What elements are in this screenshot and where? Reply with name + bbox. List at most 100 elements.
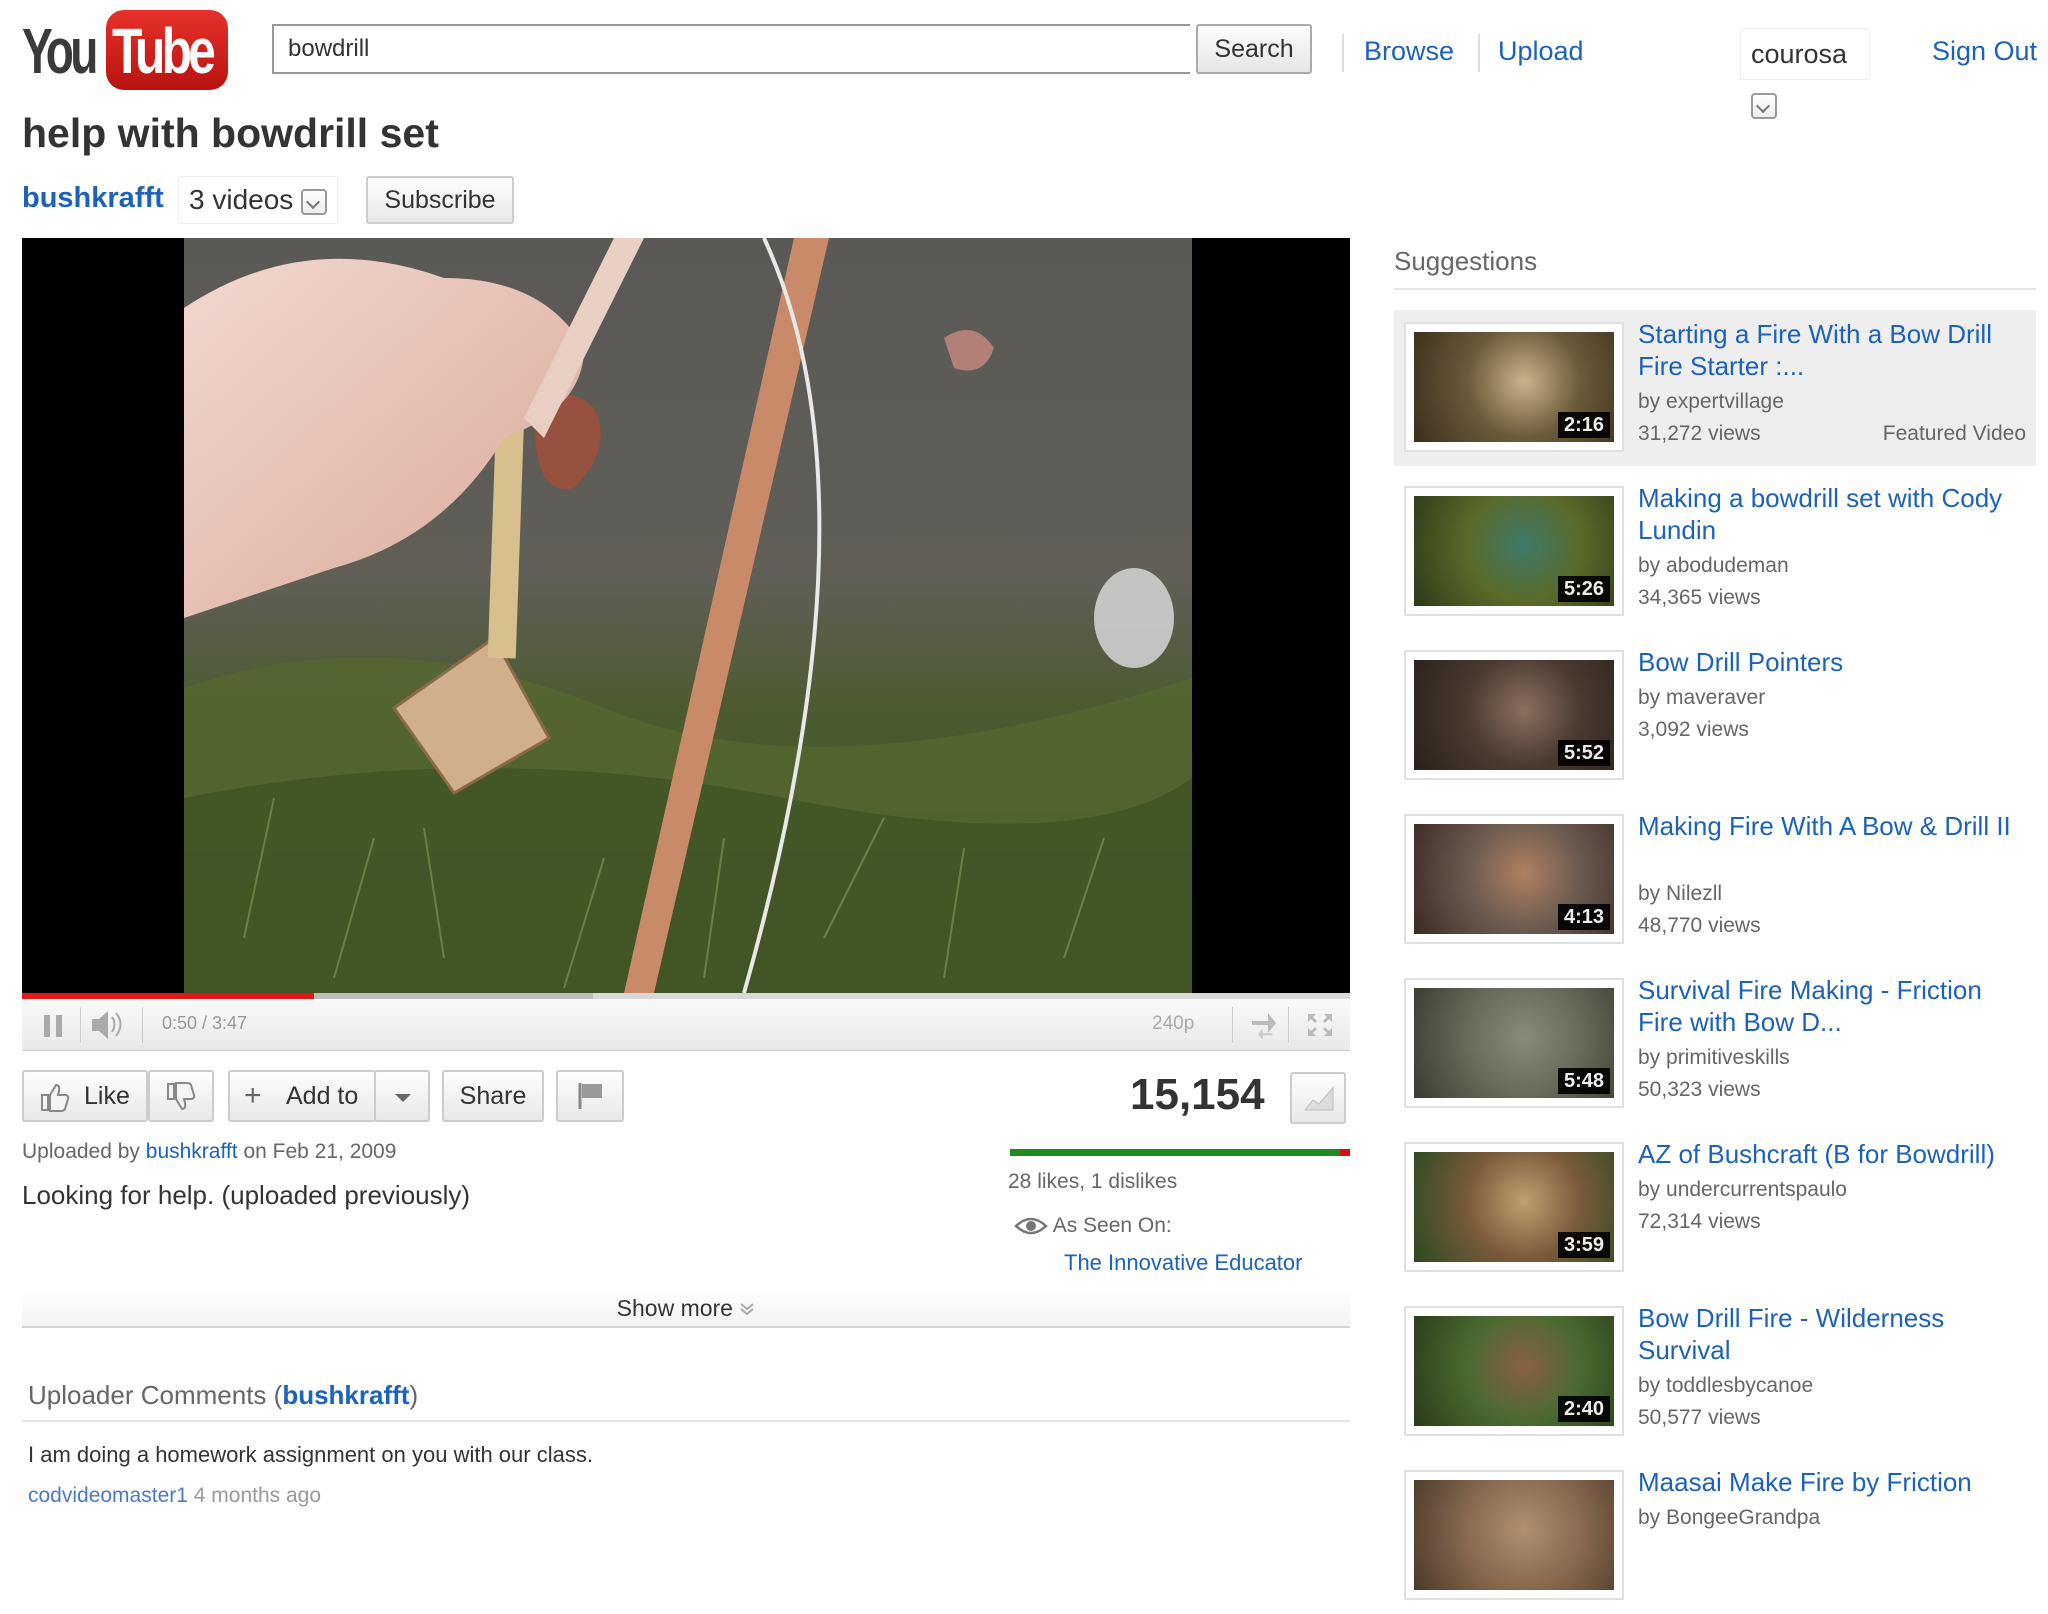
thumbs-down-icon [167,1082,196,1111]
videos-count-label: 3 videos [189,184,294,215]
suggestion-author: by expertvillage [1638,390,1784,413]
video-screen[interactable] [22,238,1350,993]
like-label: Like [84,1082,130,1110]
logo-you-text: You [22,15,98,87]
plus-icon: + [244,1079,262,1112]
suggestion-item[interactable]: 2:40 Bow Drill Fire - Wilderness Survival… [1394,1294,2036,1450]
suggestion-item[interactable]: 4:13 Making Fire With A Bow & Drill II by … [1394,802,2036,958]
pause-icon[interactable] [40,999,70,1050]
suggestion-thumbnail[interactable]: 5:52 [1404,650,1624,780]
comment-age: 4 months ago [193,1484,322,1507]
comments-heading-prefix: Uploader Comments ( [28,1380,283,1410]
suggestion-thumbnail[interactable] [1404,1470,1624,1600]
suggestion-item[interactable]: 5:48 Survival Fire Making - Friction Fire… [1394,966,2036,1122]
comments-uploader-link[interactable]: bushkrafft [282,1380,409,1410]
video-description: Looking for help. (uploaded previously) [22,1180,471,1210]
duration-badge: 5:48 [1557,1068,1610,1094]
suggestion-item[interactable]: 3:59 AZ of Bushcraft (B for Bowdrill) by u… [1394,1130,2036,1286]
comments-heading: Uploader Comments (bushkrafft) [28,1380,418,1411]
suggestion-title-link[interactable]: Bow Drill Fire - Wilderness Survival [1638,1302,2028,1366]
duration-badge: 3:59 [1557,1232,1610,1258]
duration-badge: 2:16 [1557,412,1610,438]
seen-on-source-link[interactable]: The Innovative Educator [1064,1250,1302,1276]
eye-icon [1014,1218,1048,1235]
suggestion-author: by undercurrentspaulo [1638,1178,1847,1201]
suggestion-thumbnail[interactable]: 5:48 [1404,978,1624,1108]
suggestion-views: 31,272 views [1638,422,1761,445]
suggestion-views: 50,323 views [1638,1078,1761,1101]
suggestion-title-link[interactable]: Survival Fire Making - Friction Fire wit… [1638,974,2028,1038]
chart-icon [1303,1086,1334,1111]
suggestion-thumbnail[interactable]: 4:13 [1404,814,1624,944]
add-to-label: Add to [286,1082,359,1110]
thumbnail-image [1414,1480,1614,1590]
like-button[interactable]: Like [22,1070,148,1122]
quality-button[interactable]: 240p [1152,1013,1194,1035]
suggestion-thumbnail[interactable]: 3:59 [1404,1142,1624,1272]
suggestion-thumbnail[interactable]: 2:40 [1404,1306,1624,1436]
fullscreen-icon[interactable] [1300,999,1340,1050]
suggestion-item[interactable]: 2:16 Starting a Fire With a Bow Drill Fir… [1394,310,2036,466]
logo-tube-text: Tube [112,15,216,87]
share-button[interactable]: Share [442,1070,544,1122]
comment-meta: codvideomaster1 4 months ago [28,1484,321,1508]
suggestion-item[interactable]: Maasai Make Fire by Friction by BongeeGra… [1394,1458,2036,1614]
add-to-button[interactable]: + Add to [228,1070,376,1122]
uploaded-by-prefix: Uploaded by [22,1140,140,1163]
video-frame [184,238,1192,993]
chevron-down-icon [301,188,328,215]
channel-videos-dropdown[interactable]: 3 videos [178,176,339,224]
stats-button[interactable] [1290,1072,1346,1124]
view-count: 15,154 [1130,1070,1265,1119]
add-to-dropdown-button[interactable] [374,1070,430,1122]
suggestion-title-link[interactable]: Making Fire With A Bow & Drill II [1638,810,2028,842]
thumbnail-image: 5:52 [1414,660,1614,770]
video-player[interactable]: 0:50 / 3:47 240p [22,238,1350,1051]
flag-button[interactable] [556,1070,624,1122]
thumbnail-image: 5:48 [1414,988,1614,1098]
suggestion-author: by primitiveskills [1638,1046,1790,1069]
uploader-link[interactable]: bushkrafft [146,1140,238,1163]
upload-link[interactable]: Upload [1498,36,1584,67]
suggestion-author: by abodudeman [1638,554,1789,577]
comments-divider [22,1420,1350,1422]
username: courosa [1751,39,1848,69]
as-seen-on: As Seen On: [1014,1214,1172,1238]
channel-link[interactable]: bushkrafft [22,182,164,215]
sign-out-link[interactable]: Sign Out [1932,36,2037,67]
comments-heading-suffix: ) [409,1380,419,1410]
suggestion-title-link[interactable]: AZ of Bushcraft (B for Bowdrill) [1638,1138,2028,1170]
header-divider [1342,34,1344,72]
chevron-down-icon [395,1094,411,1102]
user-menu[interactable]: courosa [1740,28,1870,119]
comment-author-link[interactable]: codvideomaster1 [28,1484,188,1507]
subscribe-button[interactable]: Subscribe [366,176,514,224]
dislike-button[interactable] [148,1070,214,1122]
player-controls: 0:50 / 3:47 240p [22,999,1350,1051]
suggestion-thumbnail[interactable]: 2:16 [1404,322,1624,452]
suggestion-views: 72,314 views [1638,1210,1761,1233]
suggestion-thumbnail[interactable]: 5:26 [1404,486,1624,616]
suggestions-heading: Suggestions [1394,246,1538,276]
suggestion-views: 34,365 views [1638,586,1761,609]
suggestion-title-link[interactable]: Making a bowdrill set with Cody Lundin [1638,482,2028,546]
suggestion-title-link[interactable]: Maasai Make Fire by Friction [1638,1466,2028,1498]
search-input[interactable] [272,24,1190,74]
suggestion-author: by toddlesbycanoe [1638,1374,1814,1397]
popout-icon[interactable] [1244,999,1284,1050]
suggestion-item[interactable]: 5:26 Making a bowdrill set with Cody Lund… [1394,474,2036,630]
volume-icon[interactable] [84,999,130,1050]
time-display: 0:50 / 3:47 [162,1013,248,1033]
thumbnail-image: 2:16 [1414,332,1614,442]
suggestion-title-link[interactable]: Bow Drill Pointers [1638,646,2028,678]
search-button[interactable]: Search [1196,24,1312,74]
show-more-toggle[interactable]: Show more [22,1290,1350,1328]
browse-link[interactable]: Browse [1364,36,1454,67]
suggestion-title-link[interactable]: Starting a Fire With a Bow Drill Fire St… [1638,318,2028,382]
suggestion-item[interactable]: 5:52 Bow Drill Pointers by maveraver 3,092 … [1394,638,2036,794]
suggestion-views: 48,770 views [1638,914,1761,937]
dislike-portion [1339,1149,1350,1156]
youtube-logo[interactable]: You Tube [22,8,228,92]
control-divider [1288,1007,1289,1043]
thumbnail-image: 5:26 [1414,496,1614,606]
